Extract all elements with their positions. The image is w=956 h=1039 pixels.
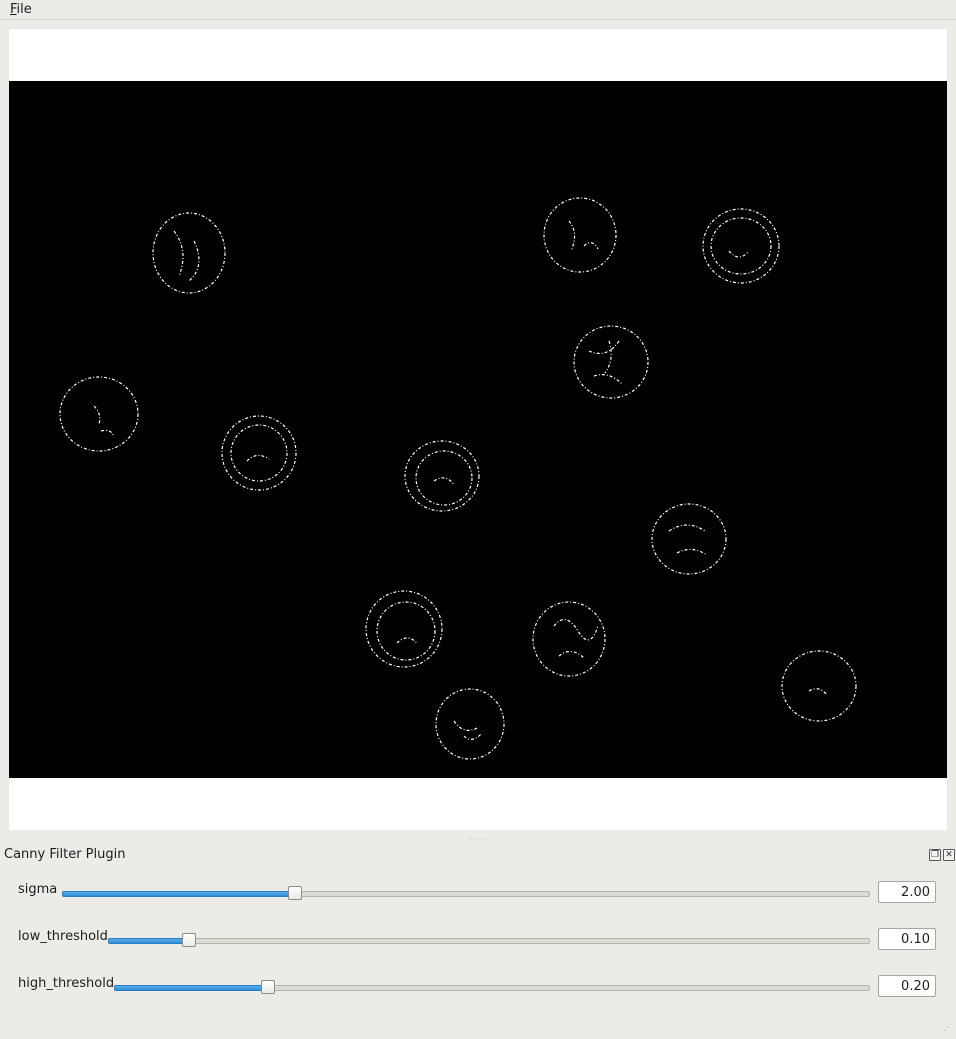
high-threshold-value-field[interactable]: 0.20 bbox=[878, 975, 936, 997]
slider-handle[interactable] bbox=[182, 933, 196, 947]
close-icon[interactable]: ✕ bbox=[943, 849, 955, 861]
low-threshold-slider[interactable] bbox=[108, 932, 870, 948]
high-threshold-slider[interactable] bbox=[114, 979, 870, 995]
canny-edge-image bbox=[59, 197, 857, 760]
restore-icon[interactable]: ❐ bbox=[929, 849, 941, 861]
image-viewer[interactable] bbox=[9, 29, 947, 830]
sigma-label: sigma bbox=[18, 882, 58, 897]
sigma-value-field[interactable]: 2.00 bbox=[878, 881, 936, 903]
dock-title: Canny Filter Plugin bbox=[4, 847, 126, 862]
menu-bar: File bbox=[0, 0, 956, 20]
splitter-handle[interactable]: ····· bbox=[470, 836, 488, 844]
slider-handle[interactable] bbox=[288, 886, 302, 900]
cell-edge bbox=[365, 590, 443, 668]
cell-edge bbox=[781, 650, 857, 722]
cell-edge bbox=[532, 601, 606, 677]
resize-grip[interactable]: ⋰ bbox=[943, 1024, 955, 1038]
cell-edge bbox=[221, 415, 297, 491]
edge-image-canvas[interactable] bbox=[9, 81, 947, 778]
cell-edge bbox=[404, 440, 480, 512]
slider-fill bbox=[114, 985, 270, 991]
slider-groove bbox=[108, 938, 870, 944]
low-threshold-label: low_threshold bbox=[18, 929, 108, 944]
cell-edge bbox=[59, 376, 139, 452]
cell-edge bbox=[573, 325, 649, 399]
cell-edge bbox=[702, 208, 780, 284]
slider-fill bbox=[62, 891, 297, 897]
cell-edge bbox=[435, 688, 505, 760]
low-threshold-value-field[interactable]: 0.10 bbox=[878, 928, 936, 950]
menu-file[interactable]: File bbox=[10, 2, 32, 17]
cell-edge bbox=[651, 503, 727, 575]
menu-file-label: ile bbox=[16, 2, 32, 17]
cell-edge bbox=[152, 212, 226, 294]
cell-edge bbox=[543, 197, 617, 273]
slider-fill bbox=[108, 938, 191, 944]
slider-handle[interactable] bbox=[261, 980, 275, 994]
sigma-slider[interactable] bbox=[62, 885, 870, 901]
high-threshold-label: high_threshold bbox=[18, 976, 115, 991]
